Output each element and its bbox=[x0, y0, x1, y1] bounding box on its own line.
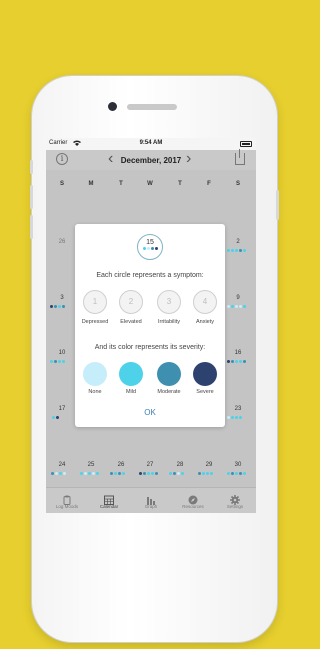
symptom-explanation: Each circle represents a symptom: bbox=[96, 272, 204, 279]
symptom-dots bbox=[50, 360, 65, 364]
tab-settings[interactable]: Settings bbox=[214, 488, 256, 513]
calendar-day[interactable]: 27 bbox=[143, 462, 157, 468]
phone-volume-button bbox=[30, 185, 33, 209]
severity-swatch-none bbox=[83, 362, 107, 386]
bar-chart-icon bbox=[146, 492, 156, 505]
symptom-dots bbox=[80, 472, 99, 476]
sample-day-circle: 15 bbox=[137, 234, 163, 260]
symptom-circle: 3 bbox=[157, 290, 181, 314]
calendar-icon bbox=[104, 492, 114, 505]
sample-day-number: 15 bbox=[146, 239, 154, 246]
symptom-dots bbox=[110, 472, 125, 476]
severity-swatch-mild bbox=[119, 362, 143, 386]
severity-label: Severe bbox=[196, 389, 214, 395]
weekday-row: S M T W T F S bbox=[46, 181, 256, 191]
symptom-label: Elevated bbox=[120, 319, 142, 325]
weekday-label: T bbox=[178, 181, 182, 187]
symptom-circle: 4 bbox=[193, 290, 217, 314]
battery-icon bbox=[240, 141, 252, 147]
calendar-day[interactable]: 25 bbox=[84, 462, 98, 468]
calendar-day[interactable]: 9 bbox=[231, 295, 245, 301]
weekday-label: F bbox=[207, 181, 211, 187]
severity-label: Mild bbox=[125, 389, 137, 395]
weekday-label: S bbox=[59, 181, 64, 187]
phone-volume-button bbox=[30, 215, 33, 239]
calendar-day[interactable]: 23 bbox=[231, 406, 245, 412]
calendar-day[interactable]: 2 bbox=[231, 239, 245, 245]
calendar-day[interactable]: 16 bbox=[231, 350, 245, 356]
sample-dots bbox=[138, 247, 162, 250]
month-title: December, 2017 bbox=[120, 156, 182, 165]
severity-label: Moderate bbox=[157, 389, 181, 395]
status-bar: Carrier 9:54 AM bbox=[46, 138, 256, 150]
calendar-day[interactable]: 10 bbox=[55, 350, 69, 356]
calendar-day[interactable]: 17 bbox=[55, 406, 69, 412]
symptom-circle: 2 bbox=[119, 290, 143, 314]
phone-side-button bbox=[30, 160, 33, 174]
share-icon[interactable] bbox=[235, 149, 245, 165]
severity-swatch-severe bbox=[193, 362, 217, 386]
clipboard-icon bbox=[62, 492, 72, 505]
symptom-dots bbox=[50, 305, 65, 309]
compass-icon bbox=[188, 492, 198, 505]
symptom-dots bbox=[139, 472, 158, 476]
calendar-day[interactable]: 29 bbox=[202, 462, 216, 468]
chevron-right-icon[interactable]: › bbox=[186, 150, 191, 168]
tab-calendar[interactable]: Calendar bbox=[88, 488, 130, 513]
symptom-dots bbox=[227, 472, 246, 476]
symptom-label: Irritability bbox=[157, 319, 180, 325]
calendar-header: i ‹ December, 2017 › bbox=[46, 149, 256, 170]
symptom-dots bbox=[227, 416, 242, 420]
ok-button[interactable]: OK bbox=[130, 408, 170, 417]
gear-icon bbox=[230, 492, 240, 505]
symptom-dots bbox=[227, 360, 246, 364]
symptom-dots bbox=[227, 249, 246, 253]
symptom-dots bbox=[198, 472, 213, 476]
symptom-label: Anxiety bbox=[195, 319, 215, 325]
symptom-circle: 1 bbox=[83, 290, 107, 314]
calendar-day[interactable]: 26 bbox=[55, 239, 69, 245]
symptom-dots bbox=[52, 416, 59, 420]
legend-dialog: 15 Each circle represents a symptom: 1 2… bbox=[75, 224, 225, 427]
severity-swatch-moderate bbox=[157, 362, 181, 386]
weekday-label: W bbox=[147, 181, 153, 187]
symptom-label: Depressed bbox=[81, 319, 109, 325]
tab-resources[interactable]: Resources bbox=[172, 488, 214, 513]
symptom-dots bbox=[169, 472, 184, 476]
phone-power-button bbox=[276, 190, 279, 220]
front-camera bbox=[108, 102, 117, 111]
calendar-day[interactable]: 30 bbox=[231, 462, 245, 468]
severity-explanation: And its color represents its severity: bbox=[94, 344, 206, 351]
status-time: 9:54 AM bbox=[139, 140, 163, 146]
tab-graph[interactable]: Graph bbox=[130, 488, 172, 513]
calendar-day[interactable]: 3 bbox=[55, 295, 69, 301]
severity-label: None bbox=[88, 389, 102, 395]
weekday-label: T bbox=[119, 181, 123, 187]
symptom-dots bbox=[227, 305, 246, 309]
speaker-grille bbox=[127, 104, 177, 110]
weekday-label: M bbox=[88, 181, 94, 187]
calendar-day[interactable]: 24 bbox=[55, 462, 69, 468]
symptom-dots bbox=[51, 472, 66, 476]
tab-bar: Log Moods Calendar Graph Resources Setti… bbox=[46, 487, 256, 513]
tab-log-moods[interactable]: Log Moods bbox=[46, 488, 88, 513]
calendar-day[interactable]: 28 bbox=[173, 462, 187, 468]
weekday-label: S bbox=[235, 181, 240, 187]
calendar-day[interactable]: 26 bbox=[114, 462, 128, 468]
